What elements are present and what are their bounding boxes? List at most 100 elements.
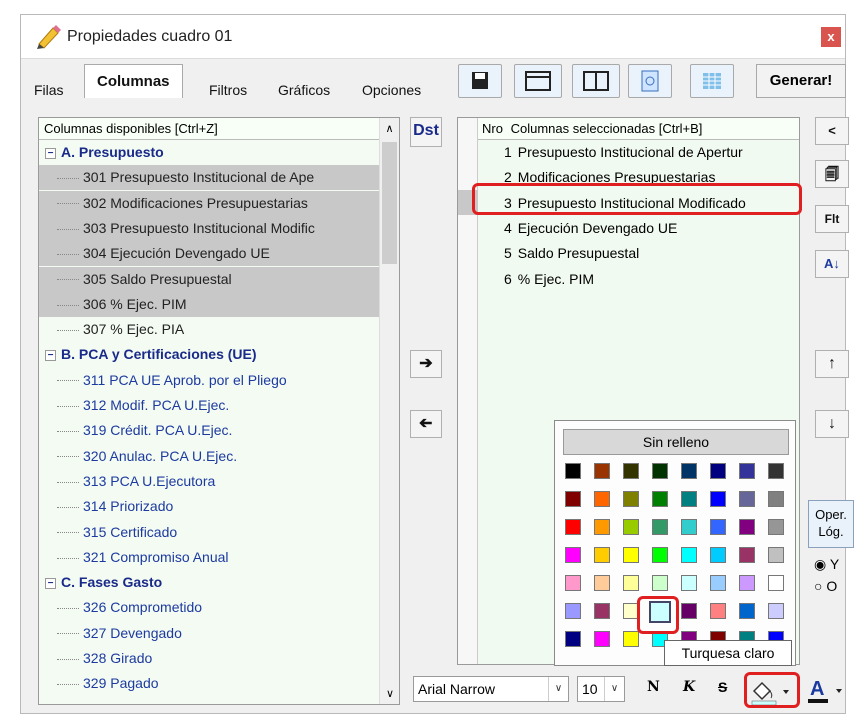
tree-item[interactable]: 304 Ejecución Devengado UE	[39, 241, 379, 267]
color-swatch[interactable]	[623, 519, 639, 535]
no-fill-button[interactable]: Sin relleno	[563, 429, 789, 455]
dst-button[interactable]: Dst	[410, 117, 442, 147]
tree-item[interactable]: 314 Priorizado	[39, 494, 379, 519]
color-swatch[interactable]	[623, 547, 639, 563]
collapse-icon[interactable]: −	[45, 147, 56, 159]
tree-category[interactable]: − C. Fases Gasto	[39, 570, 379, 595]
tree-item[interactable]: 326 Comprometido	[39, 595, 379, 620]
color-swatch[interactable]	[710, 463, 726, 479]
color-swatch[interactable]	[681, 463, 697, 479]
collapse-button[interactable]: <	[815, 117, 849, 145]
color-swatch[interactable]	[565, 575, 581, 591]
color-swatch[interactable]	[623, 631, 639, 647]
tree-item[interactable]: 303 Presupuesto Institucional Modific	[39, 215, 379, 241]
layout-button[interactable]	[514, 64, 562, 98]
color-swatch[interactable]	[652, 491, 668, 507]
tree-item[interactable]: 311 PCA UE Aprob. por el Pliego	[39, 368, 379, 393]
color-swatch[interactable]	[768, 463, 784, 479]
tree-item[interactable]: 319 Crédit. PCA U.Ejec.	[39, 418, 379, 443]
selected-row[interactable]: 1 Presupuesto Institucional de Apertur	[458, 140, 799, 165]
color-swatch[interactable]	[681, 491, 697, 507]
color-swatch[interactable]	[681, 603, 697, 619]
filter-button[interactable]: Flt	[815, 205, 849, 233]
tree-item[interactable]: 301 Presupuesto Institucional de Ape	[39, 165, 379, 191]
color-swatch[interactable]	[623, 463, 639, 479]
color-swatch[interactable]	[739, 575, 755, 591]
tab-filtros[interactable]: Filtros	[203, 78, 253, 102]
collapse-icon[interactable]: −	[45, 577, 56, 589]
color-swatch[interactable]	[768, 603, 784, 619]
color-swatch[interactable]	[710, 519, 726, 535]
tree-item[interactable]: 328 Girado	[39, 646, 379, 671]
strike-button[interactable]: S	[718, 679, 727, 695]
tree-item[interactable]: 306 % Ejec. PIM	[39, 291, 379, 317]
tree-category[interactable]: − B. PCA y Certificaciones (UE)	[39, 342, 379, 367]
color-swatch[interactable]	[739, 603, 755, 619]
font-select[interactable]: Arial Narrow ∨	[413, 676, 569, 702]
color-swatch[interactable]	[565, 603, 581, 619]
scroll-up-icon[interactable]: ∧	[380, 118, 399, 135]
tree-item[interactable]: 315 Certificado	[39, 520, 379, 545]
italic-button[interactable]: K	[683, 679, 695, 695]
color-swatch[interactable]	[594, 547, 610, 563]
tree-item[interactable]: 312 Modif. PCA U.Ejec.	[39, 393, 379, 418]
add-column-button[interactable]: ➔	[410, 350, 442, 378]
tab-opciones[interactable]: Opciones	[356, 78, 427, 102]
color-swatch[interactable]	[652, 463, 668, 479]
color-swatch[interactable]	[594, 603, 610, 619]
color-swatch[interactable]	[565, 519, 581, 535]
save-button[interactable]	[458, 64, 502, 98]
sort-button[interactable]: A↓	[815, 250, 849, 278]
color-swatch[interactable]	[710, 491, 726, 507]
color-swatch[interactable]	[768, 519, 784, 535]
tab-graficos[interactable]: Gráficos	[272, 78, 336, 102]
grid-button[interactable]	[690, 64, 734, 98]
color-swatch[interactable]	[710, 575, 726, 591]
selected-row[interactable]: 6 % Ejec. PIM	[458, 267, 799, 292]
tree-item[interactable]: 305 Saldo Presupuestal	[39, 266, 379, 292]
color-swatch[interactable]	[681, 575, 697, 591]
color-swatch[interactable]	[739, 491, 755, 507]
move-down-button[interactable]: ↓	[815, 410, 849, 438]
color-swatch[interactable]	[768, 575, 784, 591]
color-swatch[interactable]	[739, 519, 755, 535]
selected-row[interactable]: 5 Saldo Presupuestal	[458, 241, 799, 266]
bold-button[interactable]: N	[647, 679, 660, 695]
color-swatch[interactable]	[652, 575, 668, 591]
tree-item[interactable]: 302 Modificaciones Presupuestarias	[39, 190, 379, 216]
color-swatch[interactable]	[652, 519, 668, 535]
color-swatch[interactable]	[565, 631, 581, 647]
tree-item[interactable]: 320 Anulac. PCA U.Ejec.	[39, 444, 379, 469]
available-columns-tree[interactable]: Columnas disponibles [Ctrl+Z] ∧ ∨ − A. Pr…	[38, 117, 400, 705]
color-swatch[interactable]	[565, 463, 581, 479]
tab-filas[interactable]: Filas	[28, 78, 70, 102]
color-swatch[interactable]	[594, 491, 610, 507]
tree-item[interactable]: 307 % Ejec. PIA	[39, 317, 379, 342]
tree-item[interactable]: 313 PCA U.Ejecutora	[39, 469, 379, 494]
color-swatch[interactable]	[710, 603, 726, 619]
split-button[interactable]	[572, 64, 620, 98]
color-swatch[interactable]	[594, 463, 610, 479]
color-swatch[interactable]	[594, 631, 610, 647]
tree-category[interactable]: − A. Presupuesto	[39, 140, 379, 165]
scroll-down-icon[interactable]: ∨	[380, 687, 400, 700]
color-swatch[interactable]	[739, 547, 755, 563]
move-up-button[interactable]: ↑	[815, 350, 849, 378]
close-button[interactable]: x	[821, 27, 841, 47]
color-swatch[interactable]	[565, 547, 581, 563]
tree-item[interactable]: 329 Pagado	[39, 671, 379, 696]
tree-item[interactable]: 321 Compromiso Anual	[39, 545, 379, 570]
color-swatch[interactable]	[768, 547, 784, 563]
preview-button[interactable]	[628, 64, 672, 98]
scrollbar-thumb[interactable]	[382, 142, 397, 264]
size-select[interactable]: 10 ∨	[577, 676, 625, 702]
font-color-button[interactable]: A	[804, 675, 848, 707]
color-swatch[interactable]	[623, 575, 639, 591]
properties-button[interactable]: 🗐	[815, 160, 849, 188]
selected-row[interactable]: 4 Ejecución Devengado UE	[458, 216, 799, 241]
color-swatch[interactable]	[565, 491, 581, 507]
color-swatch[interactable]	[623, 491, 639, 507]
remove-column-button[interactable]: ➔	[410, 410, 442, 438]
color-swatch[interactable]	[739, 463, 755, 479]
color-swatch[interactable]	[594, 575, 610, 591]
